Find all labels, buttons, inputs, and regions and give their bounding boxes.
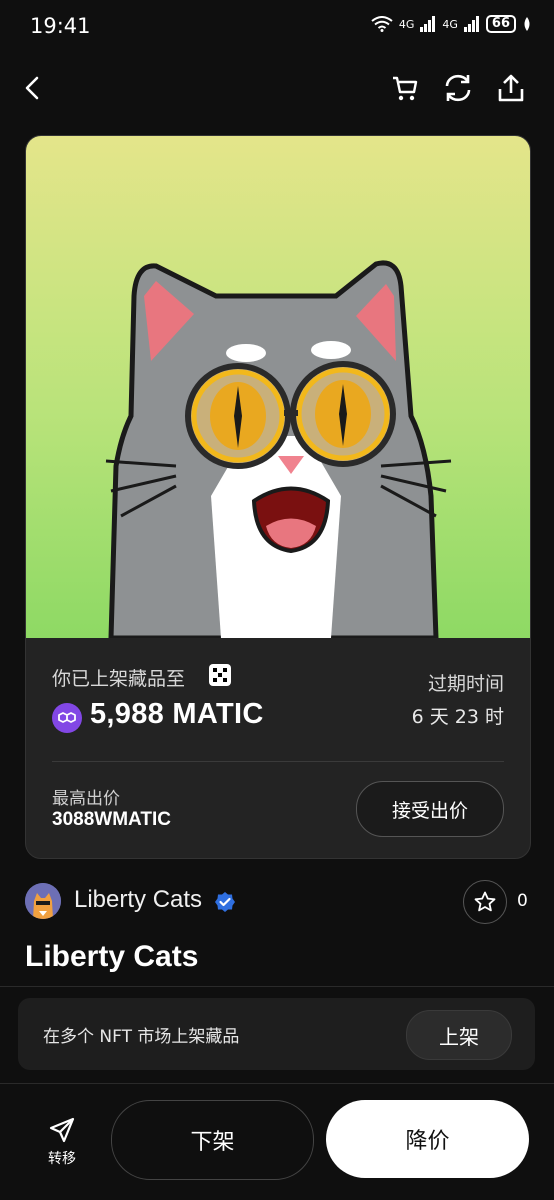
share-icon	[498, 74, 524, 102]
nft-card: 你已上架藏品至 5,988 MATIC 过期时间 6 天 23 时 最高出价 3…	[25, 135, 531, 859]
wifi-icon	[371, 16, 393, 32]
matic-icon	[52, 703, 82, 733]
okx-icon	[209, 664, 231, 686]
listing-price: 5,988 MATIC	[90, 698, 264, 730]
signal-icon-1	[420, 16, 436, 32]
expire-label: 过期时间	[427, 673, 504, 695]
back-button[interactable]	[16, 71, 50, 105]
network-label-2: 4G	[442, 17, 458, 31]
share-button[interactable]	[494, 71, 528, 105]
highest-offer-label: 最高出价	[52, 789, 120, 809]
battery-level: 66	[485, 15, 516, 33]
status-time: 19:41	[30, 14, 91, 38]
favorite-button[interactable]	[463, 880, 507, 924]
reduce-price-button[interactable]: 降价	[326, 1100, 529, 1178]
back-icon	[25, 76, 39, 100]
leaf-icon	[524, 17, 530, 31]
verified-icon	[214, 891, 236, 913]
highest-offer-value: 3088WMATIC	[52, 809, 171, 830]
listed-status-text: 你已上架藏品至	[52, 668, 186, 690]
nft-title: Liberty Cats	[25, 940, 199, 973]
transfer-label: 转移	[48, 1151, 76, 1167]
list-button[interactable]: 上架	[406, 1010, 512, 1060]
refresh-button[interactable]	[441, 71, 475, 105]
cart-icon	[393, 76, 418, 101]
star-icon	[474, 891, 496, 912]
multi-market-text: 在多个 NFT 市场上架藏品	[43, 1027, 240, 1047]
collection-avatar[interactable]	[25, 883, 61, 919]
network-label-1: 4G	[398, 17, 415, 31]
signal-icon-2	[463, 16, 479, 32]
nft-image[interactable]	[26, 136, 530, 638]
delist-button[interactable]: 下架	[111, 1100, 314, 1180]
section-divider	[0, 986, 554, 987]
refresh-icon	[445, 74, 471, 102]
accept-offer-button[interactable]: 接受出价	[356, 781, 504, 837]
transfer-button[interactable]: 转移	[40, 1116, 84, 1168]
favorite-count: 0	[517, 891, 528, 911]
card-divider	[52, 761, 504, 762]
bottom-divider	[0, 1083, 554, 1084]
cat-artwork	[105, 260, 452, 638]
collection-name[interactable]: Liberty Cats	[74, 886, 202, 914]
status-icons: 4G 4G 66	[371, 15, 532, 33]
send-icon	[49, 1117, 75, 1143]
expire-value: 6 天 23 时	[411, 706, 504, 728]
cart-button[interactable]	[388, 71, 422, 105]
